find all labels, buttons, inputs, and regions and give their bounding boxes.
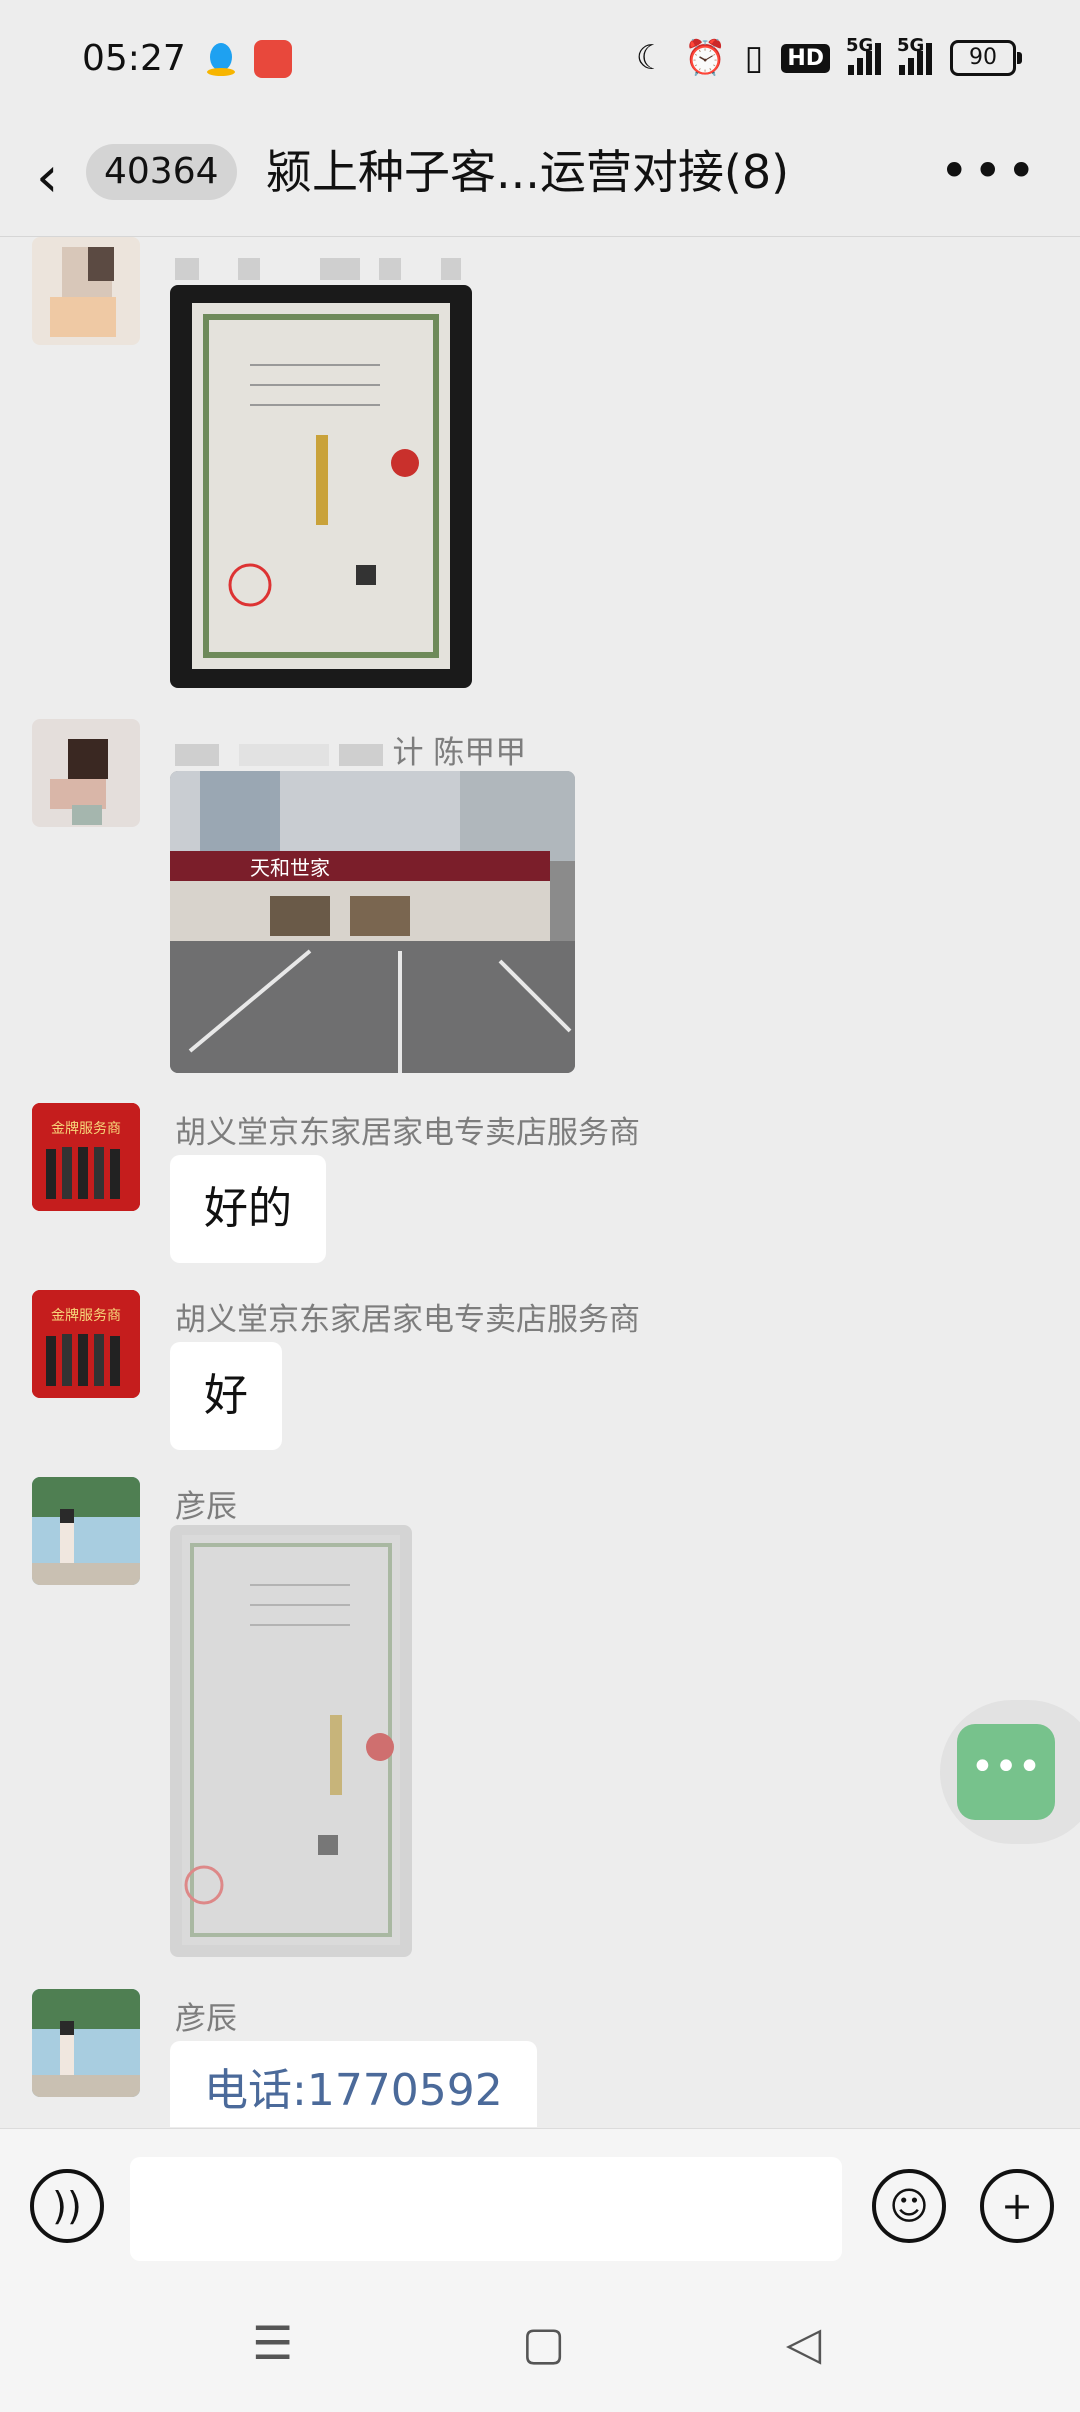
signal-5g-icon: 5G bbox=[846, 35, 881, 75]
sender-name: 胡义堂京东家居家电专卖店服务商 bbox=[175, 1115, 640, 1151]
avatar[interactable]: 金牌服务商 bbox=[32, 1103, 140, 1211]
message-image[interactable]: 天和世家 bbox=[170, 771, 575, 1073]
unread-count-badge[interactable]: 40364 bbox=[86, 144, 237, 200]
qq-icon bbox=[202, 40, 240, 78]
system-navigation-bar: ☰ ▢ ◁ bbox=[0, 2280, 1080, 2412]
alarm-icon: ⏰ bbox=[684, 38, 727, 78]
voice-input-icon[interactable]: )) bbox=[30, 2169, 104, 2243]
chat-message-list[interactable]: 计 陈甲甲 天和世家 金牌服务商 胡义堂京东家居家电专卖店服务商 好的 金牌服务… bbox=[0, 237, 1080, 2127]
avatar[interactable] bbox=[32, 1989, 140, 2097]
back-chevron-icon[interactable]: ‹ bbox=[36, 150, 58, 206]
dangdang-icon bbox=[254, 40, 292, 78]
avatar[interactable] bbox=[32, 237, 140, 345]
add-more-icon[interactable]: + bbox=[980, 2169, 1054, 2243]
signal-5g-icon: 5G bbox=[897, 35, 932, 75]
store-sign-text: 天和世家 bbox=[250, 856, 330, 880]
message-bubble[interactable]: 好的 bbox=[170, 1155, 326, 1263]
message-image[interactable] bbox=[170, 1525, 412, 1957]
sender-name: 计 陈甲甲 bbox=[175, 727, 526, 772]
chat-title: 颍上种子客...运营对接(8) bbox=[266, 145, 790, 199]
message-input[interactable] bbox=[130, 2157, 842, 2261]
back-nav-icon[interactable]: ◁ bbox=[786, 2316, 821, 2370]
emoji-icon[interactable]: ☺ bbox=[872, 2169, 946, 2243]
sender-name: 彦辰 bbox=[175, 2001, 237, 2037]
sender-name: 彦辰 bbox=[175, 1489, 237, 1525]
moon-icon: ☾ bbox=[635, 38, 667, 78]
svg-text:金牌服务商: 金牌服务商 bbox=[51, 1307, 121, 1324]
status-bar: 05:27 ☾ ⏰ ▯ HD 5G 5G 90 bbox=[0, 0, 1080, 120]
hd-icon: HD bbox=[781, 43, 830, 73]
sender-name: 胡义堂京东家居家电专卖店服务商 bbox=[175, 1302, 640, 1338]
status-icons: ☾ ⏰ ▯ HD 5G 5G 90 bbox=[635, 35, 1022, 78]
menu-nav-icon[interactable]: ☰ bbox=[252, 2316, 293, 2370]
vibrate-icon: ▯ bbox=[744, 38, 764, 78]
avatar[interactable] bbox=[32, 719, 140, 827]
home-nav-icon[interactable]: ▢ bbox=[522, 2316, 565, 2370]
more-options-icon[interactable]: ••• bbox=[940, 142, 1040, 200]
message-bubble[interactable]: 好 bbox=[170, 1342, 282, 1450]
avatar[interactable] bbox=[32, 1477, 140, 1585]
chat-header: ‹ 40364 颍上种子客...运营对接(8) ••• bbox=[0, 120, 1080, 236]
svg-text:金牌服务商: 金牌服务商 bbox=[51, 1120, 121, 1137]
message-image[interactable] bbox=[170, 285, 472, 688]
floating-chat-button[interactable]: ••• bbox=[957, 1724, 1055, 1820]
sender-name bbox=[175, 249, 461, 285]
battery-icon: 90 bbox=[950, 40, 1022, 76]
message-bubble[interactable]: 电话:1770592 bbox=[170, 2041, 537, 2127]
status-time: 05:27 bbox=[82, 38, 186, 79]
message-input-bar: )) ☺ + bbox=[0, 2128, 1080, 2281]
avatar[interactable]: 金牌服务商 bbox=[32, 1290, 140, 1398]
